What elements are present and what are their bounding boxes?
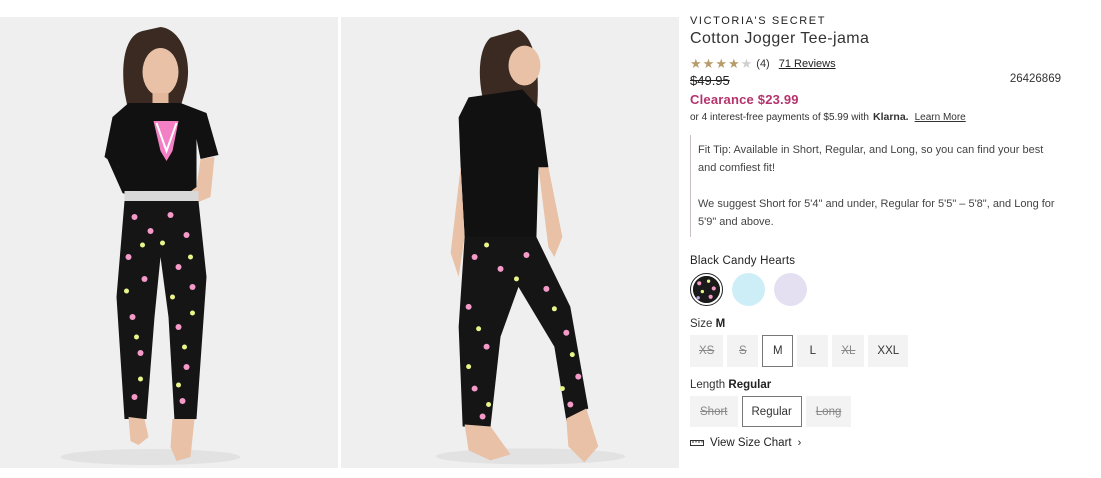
size-option-xs[interactable]: XS — [690, 335, 724, 367]
length-option-long[interactable]: Long — [805, 396, 852, 427]
size-chart-text: View Size Chart — [710, 437, 792, 449]
size-option-m[interactable]: M — [762, 335, 794, 367]
swatch-light-blue[interactable] — [732, 273, 765, 306]
view-size-chart-link[interactable]: View Size Chart › — [690, 437, 1070, 449]
original-price: $49.95 — [690, 73, 730, 88]
selected-length: Regular — [728, 379, 772, 391]
swatch-lavender[interactable] — [774, 273, 807, 306]
clearance-price: Clearance $23.99 — [690, 92, 799, 107]
star-icon: ★ — [690, 56, 702, 71]
size-option-s[interactable]: S — [727, 335, 759, 367]
product-gallery — [0, 17, 679, 468]
klarna-logo: Klarna. — [872, 111, 909, 123]
klarna-installments: or 4 interest-free payments of $5.99 wit… — [690, 111, 1070, 123]
fit-suggestion-text: We suggest Short for 5'4" and under, Reg… — [698, 198, 1055, 228]
size-option-xl[interactable]: XL — [832, 335, 865, 367]
product-title: Cotton Jogger Tee-jama — [690, 30, 870, 47]
length-label-text: Length — [690, 379, 726, 391]
chevron-right-icon: › — [797, 437, 802, 449]
size-option-l[interactable]: L — [797, 335, 829, 367]
length-option-regular[interactable]: Regular — [741, 396, 802, 427]
product-sku: 26426869 — [1009, 73, 1061, 85]
learn-more-link[interactable]: Learn More — [915, 112, 966, 123]
length-label: Length Regular — [690, 379, 1070, 391]
reviews-link[interactable]: 71 Reviews — [779, 58, 836, 70]
rating-count: (4) — [756, 57, 770, 70]
fit-tip-box: Fit Tip: Available in Short, Regular, an… — [690, 135, 1060, 237]
product-details: VICTORIA'S SECRET Cotton Jogger Tee-jama… — [690, 15, 1070, 449]
star-rating[interactable]: ★ ★ ★ ★ ★ — [690, 57, 752, 70]
color-label: Black Candy Hearts — [690, 255, 796, 267]
product-image-back[interactable] — [341, 17, 679, 468]
size-label: Size M — [690, 318, 1070, 330]
size-option-xxl[interactable]: XXL — [868, 335, 909, 367]
ruler-icon — [690, 440, 704, 446]
installments-text: or 4 interest-free payments of $5.99 wit… — [690, 111, 869, 123]
rating-row: ★ ★ ★ ★ ★ (4) 71 Reviews — [690, 57, 1070, 70]
fit-tip-text: Fit Tip: Available in Short, Regular, an… — [698, 144, 1044, 174]
star-icon: ★ — [702, 56, 715, 71]
product-image-front[interactable] — [0, 17, 338, 468]
length-option-short[interactable]: Short — [690, 396, 738, 427]
star-icon: ★ — [740, 56, 753, 71]
swatch-black-candy-hearts[interactable] — [690, 273, 723, 306]
swatch-pattern — [693, 276, 720, 303]
color-swatches — [690, 273, 1070, 306]
selected-size: M — [715, 318, 726, 330]
model-back-illustration — [435, 29, 626, 465]
star-icon: ★ — [715, 56, 727, 71]
brand-name[interactable]: VICTORIA'S SECRET — [690, 15, 1070, 27]
size-options: XS S M L XL XXL — [690, 335, 1070, 367]
model-front-illustration — [60, 27, 241, 465]
price-row: $49.95 26426869 — [690, 73, 1061, 88]
size-label-text: Size — [690, 318, 713, 330]
star-icon: ★ — [727, 56, 740, 71]
length-options: Short Regular Long — [690, 396, 1070, 427]
